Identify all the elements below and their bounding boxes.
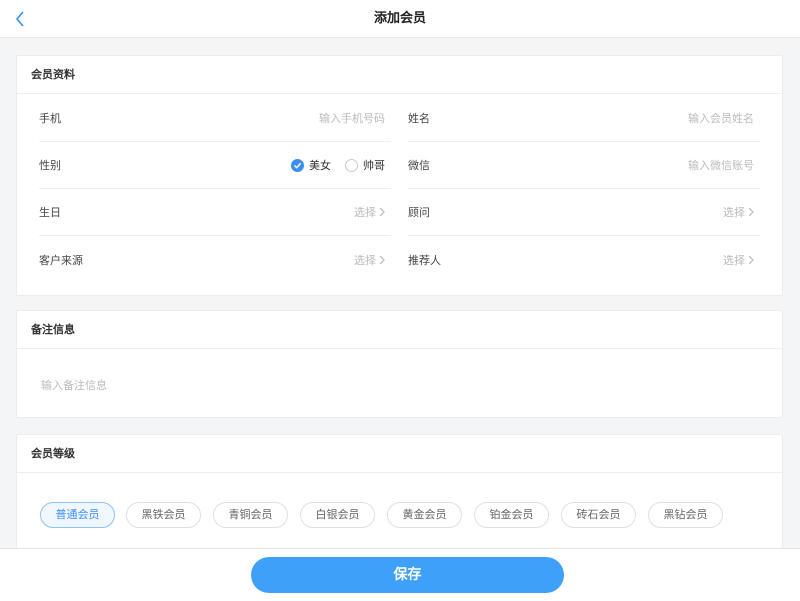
birthday-label: 生日 — [39, 206, 61, 219]
chevron-right-icon — [379, 207, 385, 217]
save-button[interactable]: 保存 — [251, 557, 564, 593]
chevron-right-icon — [748, 255, 754, 264]
source-value: 选择 — [354, 253, 376, 267]
birthday-row[interactable]: 生日 选择 — [39, 189, 391, 236]
wechat-label: 微信 — [408, 159, 430, 172]
level-chip[interactable]: 普通会员 — [40, 502, 115, 528]
top-bar: 添加会员 — [0, 0, 800, 38]
gender-option-female[interactable]: 美女 — [291, 157, 331, 173]
advisor-label: 顾问 — [408, 206, 430, 219]
level-chip[interactable]: 白银会员 — [300, 502, 375, 528]
level-chip[interactable]: 黑钻会员 — [648, 502, 723, 528]
referrer-select[interactable]: 选择 — [723, 252, 754, 268]
member-profile-card: 会员资料 手机 输入手机号码 姓名 输入会员姓名 性别 美女 帅哥 微信 输入微… — [16, 55, 783, 296]
gender-row: 性别 美女 帅哥 — [39, 142, 391, 189]
check-icon — [291, 158, 304, 172]
phone-input[interactable]: 输入手机号码 — [319, 110, 385, 126]
source-label: 客户来源 — [39, 253, 83, 267]
phone-label: 手机 — [39, 112, 61, 125]
section-title: 备注信息 — [17, 311, 782, 349]
back-button[interactable] — [8, 7, 32, 31]
name-label: 姓名 — [408, 112, 430, 125]
level-chip[interactable]: 黄金会员 — [387, 502, 462, 528]
referrer-label: 推荐人 — [408, 253, 441, 267]
gender-option-male[interactable]: 帅哥 — [345, 157, 385, 173]
chevron-right-icon — [748, 207, 754, 217]
notes-input[interactable]: 输入备注信息 — [41, 377, 107, 393]
advisor-select[interactable]: 选择 — [723, 204, 754, 220]
source-select[interactable]: 选择 — [354, 252, 385, 268]
gender-label: 性别 — [39, 159, 61, 172]
level-chip[interactable]: 砖石会员 — [561, 502, 636, 528]
page-title: 添加会员 — [373, 11, 426, 26]
gender-radio-group: 美女 帅哥 — [277, 157, 385, 173]
referrer-value: 选择 — [723, 253, 745, 267]
footer-bar: 保存 — [0, 548, 800, 601]
wechat-input[interactable]: 输入微信账号 — [688, 157, 754, 173]
advisor-value: 选择 — [723, 206, 745, 219]
wechat-row[interactable]: 微信 输入微信账号 — [408, 142, 760, 189]
radio-empty-icon — [345, 158, 358, 172]
level-chip[interactable]: 青铜会员 — [213, 502, 288, 528]
chevron-right-icon — [379, 255, 385, 264]
referrer-row[interactable]: 推荐人 选择 — [408, 236, 760, 283]
member-level-card: 会员等级 — [16, 434, 783, 564]
advisor-row[interactable]: 顾问 选择 — [408, 189, 760, 236]
notes-card: 备注信息 输入备注信息 — [16, 310, 783, 418]
level-chip[interactable]: 黑铁会员 — [126, 502, 201, 528]
birthday-select[interactable]: 选择 — [354, 204, 385, 220]
name-input[interactable]: 输入会员姓名 — [688, 110, 754, 126]
section-title: 会员等级 — [17, 435, 782, 473]
phone-row[interactable]: 手机 输入手机号码 — [39, 95, 391, 142]
source-row[interactable]: 客户来源 选择 — [39, 236, 391, 283]
name-row[interactable]: 姓名 输入会员姓名 — [408, 95, 760, 142]
gender-option-label: 帅哥 — [363, 159, 385, 172]
section-title: 会员资料 — [17, 56, 782, 94]
gender-option-label: 美女 — [309, 159, 331, 172]
birthday-value: 选择 — [354, 206, 376, 219]
chevron-left-icon — [15, 11, 24, 27]
level-chip[interactable]: 铂金会员 — [474, 502, 549, 528]
